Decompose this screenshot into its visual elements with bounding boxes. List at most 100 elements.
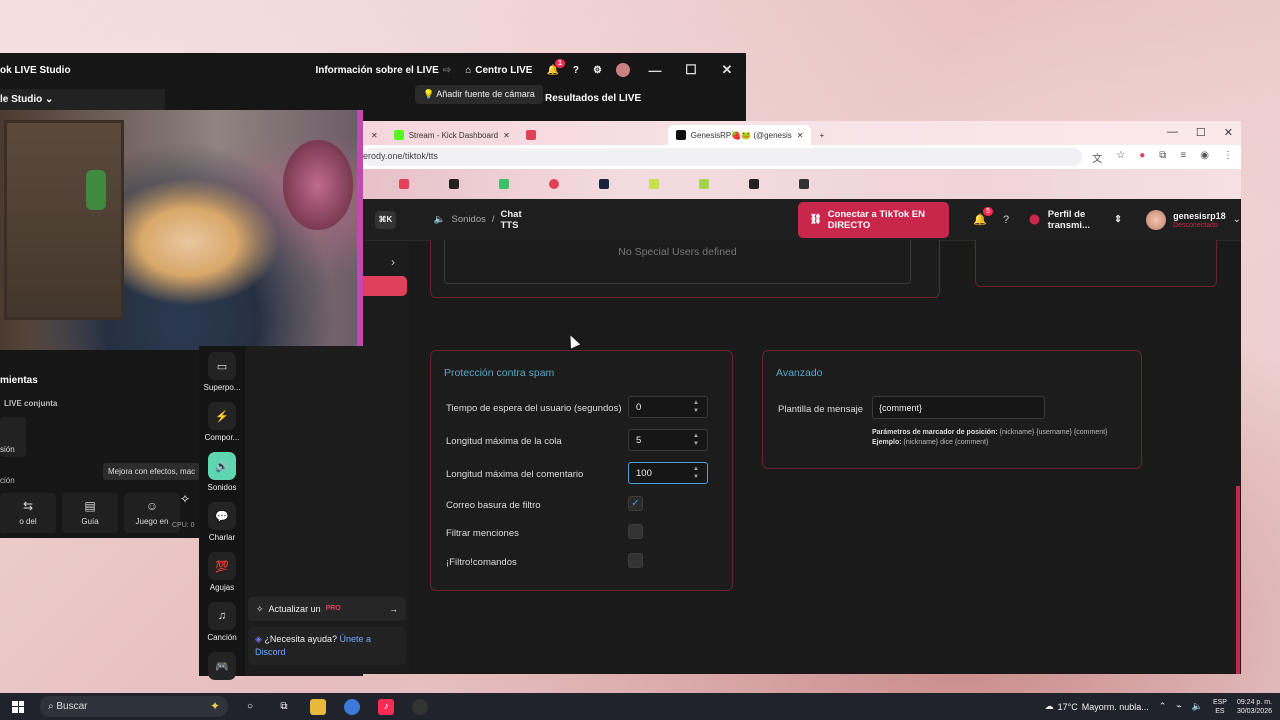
tab-tikfinity[interactable]	[518, 125, 668, 145]
special-users-panel: No Special Users defined	[430, 240, 940, 298]
discord-link[interactable]: Únete a	[340, 634, 372, 644]
bookmark-icon[interactable]	[749, 179, 759, 189]
filter-commands-checkbox[interactable]	[628, 553, 643, 568]
live-info-button[interactable]: Información sobre el LIVE ⇨	[315, 65, 451, 76]
maximize-icon[interactable]: ☐	[680, 62, 702, 78]
live-center-button[interactable]: ⌂ Centro LIVE	[465, 65, 532, 76]
help-icon[interactable]: ?	[1003, 214, 1009, 226]
nav-goals[interactable]: 💯 Agujas	[199, 552, 245, 592]
bookmark-icon[interactable]	[649, 179, 659, 189]
queue-length-input[interactable]: 5 ▲ ▼	[628, 429, 708, 451]
avatar	[1146, 209, 1167, 230]
bookmark-icon[interactable]	[799, 179, 809, 189]
tiktok-icon[interactable]: ♪	[378, 698, 394, 715]
clock[interactable]: 09:24 p. m. 30/03/2026	[1237, 698, 1272, 716]
profile-select[interactable]: ⬤ Perfil de transmi... ⇕	[1029, 209, 1122, 231]
extensions-icon[interactable]: ⧉	[1159, 150, 1166, 165]
user-cooldown-label: Tiempo de espera del usuario (segundos)	[446, 403, 622, 414]
template-input[interactable]: {comment}	[872, 396, 1045, 419]
help-box: ◈ ¿Necesita ayuda? Únete a Discord	[248, 627, 406, 665]
arrow-right-icon: →	[389, 604, 398, 614]
add-camera-button[interactable]: 💡 Añadir fuente de cámara	[415, 85, 543, 104]
comment-length-input[interactable]: 100 ▲ ▼	[628, 462, 708, 484]
minimize-icon[interactable]: —	[1167, 126, 1178, 139]
filter-commands-label: ¡Filtro!comandos	[446, 557, 517, 568]
nav-overlays[interactable]: ▭ Superpo...	[199, 352, 245, 392]
user-cooldown-input[interactable]: 0 ▲ ▼	[628, 396, 708, 418]
tool-button[interactable]: ⇆ o del	[0, 493, 56, 533]
close-icon: ✕	[503, 130, 510, 140]
close-icon: ✕	[371, 130, 378, 140]
studio-menu[interactable]: le Studio ⌄	[0, 89, 165, 111]
volume-icon[interactable]: 🔈	[1192, 701, 1203, 712]
tab-partial[interactable]: ✕	[363, 125, 386, 145]
tab-kick[interactable]: Stream - Kick Dashboard ✕	[386, 125, 518, 145]
user-menu[interactable]: genesisrp18 Desconectado ⌄	[1146, 209, 1241, 230]
minimize-icon[interactable]: —	[644, 63, 666, 78]
new-tab-button[interactable]: +	[811, 125, 832, 145]
tab-strip: ✕ Stream - Kick Dashboard ✕ GenesisRP🍓🐸 (…	[363, 121, 1241, 145]
session-tool[interactable]: sión	[0, 417, 26, 457]
upgrade-button[interactable]: ✧ Actualizar un PRO →	[248, 597, 406, 621]
weather-widget[interactable]: ☁ 17°C Mayorm. nubla...	[1045, 701, 1149, 712]
scrollbar[interactable]	[1236, 486, 1240, 674]
avatar[interactable]	[616, 63, 630, 77]
guide-button[interactable]: ▤ Guía	[62, 493, 118, 533]
discord-icon: ◈	[255, 634, 262, 644]
filter-spam-checkbox[interactable]: ✓	[628, 496, 643, 511]
command-palette-button[interactable]: ⌘K	[375, 210, 396, 229]
maximize-icon[interactable]: ☐	[1196, 126, 1206, 139]
home-icon: ⌂	[465, 64, 472, 76]
nav-chat[interactable]: 💬 Charlar	[199, 502, 245, 542]
address-bar[interactable]: erody.one/tiktok/tts	[363, 148, 1083, 166]
bell-icon[interactable]: 🔔 5	[973, 207, 993, 226]
sidebar-active-item[interactable]	[363, 276, 407, 296]
close-icon[interactable]: ✕	[716, 62, 738, 78]
star-icon[interactable]: ☆	[1116, 150, 1125, 165]
file-explorer-icon[interactable]	[310, 698, 326, 715]
task-view-icon[interactable]: ⧉	[276, 699, 292, 715]
bookmark-icon[interactable]	[599, 179, 609, 189]
network-icon[interactable]: ⌁	[1176, 701, 1181, 712]
pinterest-icon[interactable]	[549, 179, 559, 189]
bell-icon[interactable]: 🔔 1	[546, 58, 565, 76]
music-icon: ♫	[208, 602, 236, 630]
nav-song[interactable]: ♫ Canción	[199, 602, 245, 642]
spinner-icon: ▲ ▼	[693, 466, 699, 480]
taskbar-search[interactable]: ⌕ Buscar ✦	[40, 696, 228, 717]
close-icon[interactable]: ✕	[1224, 126, 1233, 139]
chevron-updown-icon: ⇕	[1114, 214, 1123, 225]
gear-icon[interactable]: ⚙	[593, 65, 602, 76]
menu-icon[interactable]: ⋮	[1223, 150, 1233, 165]
filter-mentions-checkbox[interactable]	[628, 524, 643, 539]
connect-tiktok-button[interactable]: ⛓ Conectar a TikTok EN DIRECTO	[797, 201, 950, 238]
check-icon: ✓	[631, 498, 640, 509]
tab-tiktok-profile[interactable]: GenesisRP🍓🐸 (@genesis ✕	[667, 125, 812, 145]
chevron-right-icon[interactable]: ›	[391, 255, 395, 269]
nav-sounds[interactable]: 🔊 Sonidos	[199, 452, 245, 492]
windows-start-icon[interactable]	[12, 700, 24, 713]
nav-behavior[interactable]: ⚡ Compor...	[199, 402, 245, 442]
language-indicator[interactable]: ESP ES	[1213, 698, 1227, 716]
app-nav: ▭ Superpo... ⚡ Compor... 🔊 Sonidos 💬 Charlar…	[199, 346, 245, 680]
help-icon[interactable]: ?	[573, 65, 579, 76]
chrome-icon[interactable]	[344, 698, 360, 715]
chevron-up-icon[interactable]: ⌃	[1159, 701, 1167, 712]
bookmark-icon[interactable]	[399, 179, 409, 189]
adblock-icon[interactable]: ●	[1139, 150, 1145, 165]
cloud-icon: ☁	[1044, 701, 1054, 711]
reading-list-icon[interactable]: ≡	[1180, 150, 1186, 165]
bookmark-icon[interactable]	[499, 179, 509, 189]
obs-icon[interactable]	[412, 698, 428, 715]
profile-icon[interactable]: ◉	[1200, 150, 1209, 165]
cortana-icon[interactable]: ○	[242, 699, 258, 715]
download-icon[interactable]	[449, 179, 459, 189]
discord-link-2[interactable]: Discord	[255, 647, 286, 657]
magic-wand-icon[interactable]: ✧	[180, 492, 190, 506]
translate-icon[interactable]: 文	[1092, 150, 1102, 165]
chat-icon: 💬	[208, 502, 236, 530]
spinner-icon: ▲ ▼	[693, 433, 699, 447]
bookmark-icon[interactable]	[699, 179, 709, 189]
nav-games[interactable]: 🎮	[199, 652, 245, 680]
breadcrumb-parent[interactable]: Sonidos	[452, 214, 486, 225]
